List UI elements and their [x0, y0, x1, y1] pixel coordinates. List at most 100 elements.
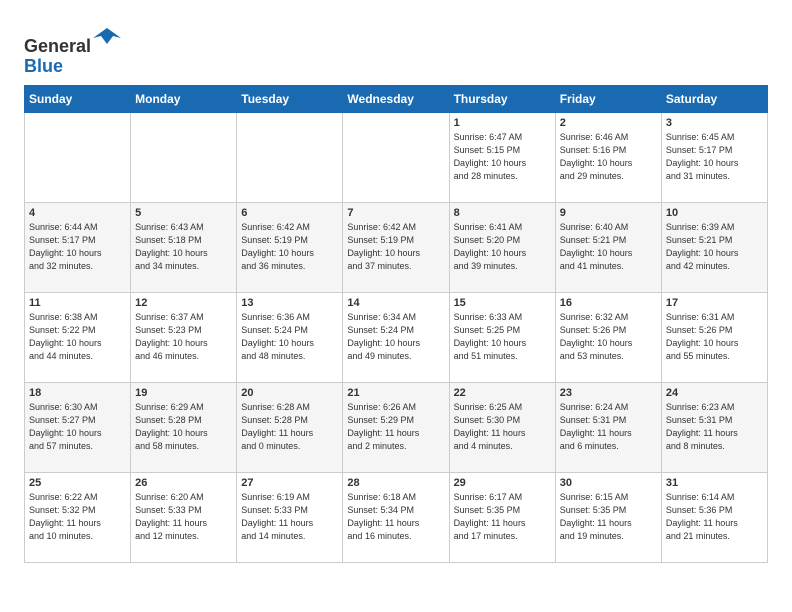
- day-info: Sunrise: 6:38 AM Sunset: 5:22 PM Dayligh…: [29, 311, 126, 363]
- day-number: 6: [241, 207, 338, 219]
- calendar-cell: 28Sunrise: 6:18 AM Sunset: 5:34 PM Dayli…: [343, 472, 449, 562]
- day-info: Sunrise: 6:26 AM Sunset: 5:29 PM Dayligh…: [347, 401, 444, 453]
- calendar-cell: 21 Sunrise: 6:26 AM Sunset: 5:29 PM Dayli…: [343, 382, 449, 472]
- col-header-friday: Friday: [555, 85, 661, 112]
- day-info: Sunrise: 6:37 AM Sunset: 5:23 PM Dayligh…: [135, 311, 232, 363]
- calendar-cell: 24 Sunrise: 6:23 AM Sunset: 5:31 PM Dayli…: [661, 382, 767, 472]
- day-info: Sunrise: 6:20 AM Sunset: 5:33 PM Dayligh…: [135, 491, 232, 543]
- day-number: 19: [135, 387, 232, 399]
- day-info: Sunrise: 6:25 AM Sunset: 5:30 PM Dayligh…: [454, 401, 551, 453]
- logo-bird-icon: [93, 24, 121, 52]
- day-number: 9: [560, 207, 657, 219]
- calendar-week-5: 25 Sunrise: 6:22 AM Sunset: 5:32 PM Dayli…: [25, 472, 768, 562]
- calendar-week-1: 1 Sunrise: 6:47 AM Sunset: 5:15 PM Daylig…: [25, 112, 768, 202]
- day-info: Sunrise: 6:47 AM Sunset: 5:15 PM Dayligh…: [454, 131, 551, 183]
- calendar-cell: 25 Sunrise: 6:22 AM Sunset: 5:32 PM Dayli…: [25, 472, 131, 562]
- day-info: Sunrise: 6:44 AM Sunset: 5:17 PM Dayligh…: [29, 221, 126, 273]
- calendar-table: SundayMondayTuesdayWednesdayThursdayFrid…: [24, 85, 768, 563]
- calendar-cell: 15 Sunrise: 6:33 AM Sunset: 5:25 PM Dayli…: [449, 292, 555, 382]
- day-info: Sunrise: 6:45 AM Sunset: 5:17 PM Dayligh…: [666, 131, 763, 183]
- day-number: 12: [135, 297, 232, 309]
- day-number: 30: [560, 477, 657, 489]
- day-number: 31: [666, 477, 763, 489]
- calendar-cell: 5 Sunrise: 6:43 AM Sunset: 5:18 PM Daylig…: [131, 202, 237, 292]
- day-info: Sunrise: 6:17 AM Sunset: 5:35 PM Dayligh…: [454, 491, 551, 543]
- col-header-saturday: Saturday: [661, 85, 767, 112]
- logo-blue: Blue: [24, 56, 63, 76]
- day-info: Sunrise: 6:15 AM Sunset: 5:35 PM Dayligh…: [560, 491, 657, 543]
- day-number: 24: [666, 387, 763, 399]
- day-number: 11: [29, 297, 126, 309]
- calendar-cell: 3 Sunrise: 6:45 AM Sunset: 5:17 PM Daylig…: [661, 112, 767, 202]
- day-number: 5: [135, 207, 232, 219]
- col-header-tuesday: Tuesday: [237, 85, 343, 112]
- day-info: Sunrise: 6:31 AM Sunset: 5:26 PM Dayligh…: [666, 311, 763, 363]
- day-info: Sunrise: 6:43 AM Sunset: 5:18 PM Dayligh…: [135, 221, 232, 273]
- day-info: Sunrise: 6:29 AM Sunset: 5:28 PM Dayligh…: [135, 401, 232, 453]
- calendar-cell: 13Sunrise: 6:36 AM Sunset: 5:24 PM Dayli…: [237, 292, 343, 382]
- calendar-cell: 12 Sunrise: 6:37 AM Sunset: 5:23 PM Dayli…: [131, 292, 237, 382]
- calendar-cell: 30 Sunrise: 6:15 AM Sunset: 5:35 PM Dayli…: [555, 472, 661, 562]
- day-number: 17: [666, 297, 763, 309]
- col-header-sunday: Sunday: [25, 85, 131, 112]
- day-info: Sunrise: 6:33 AM Sunset: 5:25 PM Dayligh…: [454, 311, 551, 363]
- calendar-cell: 11 Sunrise: 6:38 AM Sunset: 5:22 PM Dayli…: [25, 292, 131, 382]
- day-info: Sunrise: 6:23 AM Sunset: 5:31 PM Dayligh…: [666, 401, 763, 453]
- day-info: Sunrise: 6:34 AM Sunset: 5:24 PM Dayligh…: [347, 311, 444, 363]
- day-number: 10: [666, 207, 763, 219]
- calendar-cell: 27Sunrise: 6:19 AM Sunset: 5:33 PM Dayli…: [237, 472, 343, 562]
- day-info: Sunrise: 6:40 AM Sunset: 5:21 PM Dayligh…: [560, 221, 657, 273]
- day-number: 15: [454, 297, 551, 309]
- day-number: 18: [29, 387, 126, 399]
- calendar-cell: 2Sunrise: 6:46 AM Sunset: 5:16 PM Daylig…: [555, 112, 661, 202]
- day-number: 3: [666, 117, 763, 129]
- calendar-cell: 23Sunrise: 6:24 AM Sunset: 5:31 PM Dayli…: [555, 382, 661, 472]
- day-number: 1: [454, 117, 551, 129]
- calendar-cell: [25, 112, 131, 202]
- calendar-cell: 18 Sunrise: 6:30 AM Sunset: 5:27 PM Dayli…: [25, 382, 131, 472]
- calendar-cell: 20 Sunrise: 6:28 AM Sunset: 5:28 PM Dayli…: [237, 382, 343, 472]
- day-number: 7: [347, 207, 444, 219]
- day-info: Sunrise: 6:39 AM Sunset: 5:21 PM Dayligh…: [666, 221, 763, 273]
- day-number: 22: [454, 387, 551, 399]
- day-info: Sunrise: 6:41 AM Sunset: 5:20 PM Dayligh…: [454, 221, 551, 273]
- day-number: 23: [560, 387, 657, 399]
- logo: General Blue: [24, 24, 121, 77]
- calendar-cell: 4 Sunrise: 6:44 AM Sunset: 5:17 PM Daylig…: [25, 202, 131, 292]
- calendar-cell: 31 Sunrise: 6:14 AM Sunset: 5:36 PM Dayli…: [661, 472, 767, 562]
- day-info: Sunrise: 6:28 AM Sunset: 5:28 PM Dayligh…: [241, 401, 338, 453]
- day-number: 20: [241, 387, 338, 399]
- calendar-week-3: 11 Sunrise: 6:38 AM Sunset: 5:22 PM Dayli…: [25, 292, 768, 382]
- day-info: Sunrise: 6:42 AM Sunset: 5:19 PM Dayligh…: [347, 221, 444, 273]
- day-number: 2: [560, 117, 657, 129]
- day-number: 8: [454, 207, 551, 219]
- day-number: 28: [347, 477, 444, 489]
- calendar-cell: 9 Sunrise: 6:40 AM Sunset: 5:21 PM Daylig…: [555, 202, 661, 292]
- day-info: Sunrise: 6:30 AM Sunset: 5:27 PM Dayligh…: [29, 401, 126, 453]
- calendar-cell: 26 Sunrise: 6:20 AM Sunset: 5:33 PM Dayli…: [131, 472, 237, 562]
- calendar-cell: 8 Sunrise: 6:41 AM Sunset: 5:20 PM Daylig…: [449, 202, 555, 292]
- day-info: Sunrise: 6:14 AM Sunset: 5:36 PM Dayligh…: [666, 491, 763, 543]
- calendar-cell: 29 Sunrise: 6:17 AM Sunset: 5:35 PM Dayli…: [449, 472, 555, 562]
- day-number: 25: [29, 477, 126, 489]
- day-info: Sunrise: 6:32 AM Sunset: 5:26 PM Dayligh…: [560, 311, 657, 363]
- day-number: 26: [135, 477, 232, 489]
- calendar-cell: 1 Sunrise: 6:47 AM Sunset: 5:15 PM Daylig…: [449, 112, 555, 202]
- calendar-cell: 10 Sunrise: 6:39 AM Sunset: 5:21 PM Dayli…: [661, 202, 767, 292]
- day-number: 4: [29, 207, 126, 219]
- page-header: General Blue: [24, 20, 768, 77]
- calendar-header-row: SundayMondayTuesdayWednesdayThursdayFrid…: [25, 85, 768, 112]
- logo-general: General: [24, 36, 91, 56]
- col-header-monday: Monday: [131, 85, 237, 112]
- calendar-cell: 14Sunrise: 6:34 AM Sunset: 5:24 PM Dayli…: [343, 292, 449, 382]
- calendar-cell: [343, 112, 449, 202]
- col-header-thursday: Thursday: [449, 85, 555, 112]
- calendar-cell: [131, 112, 237, 202]
- day-number: 13: [241, 297, 338, 309]
- day-number: 29: [454, 477, 551, 489]
- calendar-cell: 19 Sunrise: 6:29 AM Sunset: 5:28 PM Dayli…: [131, 382, 237, 472]
- calendar-cell: 7 Sunrise: 6:42 AM Sunset: 5:19 PM Daylig…: [343, 202, 449, 292]
- calendar-cell: 16Sunrise: 6:32 AM Sunset: 5:26 PM Dayli…: [555, 292, 661, 382]
- day-number: 21: [347, 387, 444, 399]
- day-info: Sunrise: 6:22 AM Sunset: 5:32 PM Dayligh…: [29, 491, 126, 543]
